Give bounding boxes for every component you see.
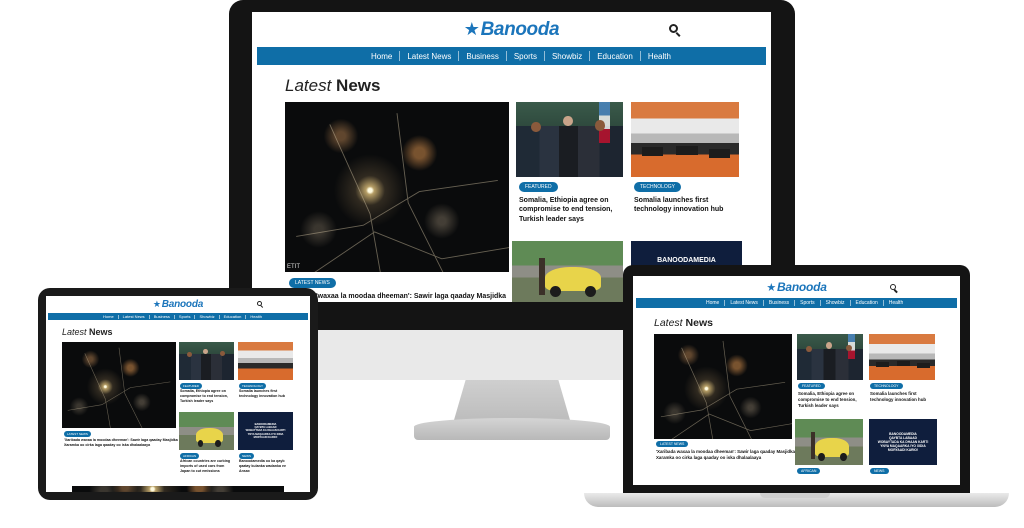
laptop-nav-health[interactable]: Health <box>889 300 903 306</box>
promo-title: BANOODAMEDIA <box>657 257 716 264</box>
tablet-nav-health[interactable]: Health <box>250 314 262 319</box>
laptop-search-icon[interactable] <box>890 284 898 293</box>
laptop-main-article-badge[interactable]: LATEST NEWS <box>656 441 689 447</box>
laptop-main-nav: Home Latest News Business Sports Showbiz… <box>636 298 957 308</box>
laptop-promo-banner[interactable]: BANOODAMEDIA QAYBTA LABAAD WOBAYTADA KA … <box>869 419 937 465</box>
main-article-image[interactable]: ETIT <box>285 102 509 272</box>
laptop-site-logo[interactable]: ★ Banooda <box>766 280 827 294</box>
monitor-stand-neck <box>454 380 570 420</box>
article-1-badge[interactable]: FEATURED <box>519 182 558 192</box>
laptop-nav-business[interactable]: Business <box>769 300 789 306</box>
article-1-image[interactable] <box>516 102 623 177</box>
laptop-article-2-title[interactable]: Somalia launches first technology innova… <box>870 391 936 403</box>
monitor-stand-foot <box>414 418 610 440</box>
laptop-nav-showbiz[interactable]: Showbiz <box>826 300 845 306</box>
tablet-page-title: Latest News <box>62 327 113 337</box>
desktop-site: ★ Banooda Home Latest News Business Spor… <box>252 12 771 302</box>
nav-showbiz[interactable]: Showbiz <box>552 52 582 61</box>
tablet-main-article-title[interactable]: 'Xaribada waxaa la moodaa dheeman': Sawi… <box>64 438 179 448</box>
nav-business[interactable]: Business <box>466 52 498 61</box>
laptop-screen: ★ Banooda Home Latest News Business Spor… <box>633 276 960 485</box>
tablet-next-row-image[interactable] <box>72 486 284 492</box>
tablet-promo-banner[interactable]: BANOODAMEDIA QAYBTA LABAAD WOBAYTADA KA … <box>238 412 293 450</box>
article-2-title[interactable]: Somalia launches first technology innova… <box>634 196 742 215</box>
laptop-article-1-image[interactable] <box>797 334 863 380</box>
tablet-nav-showbiz[interactable]: Showbiz <box>199 314 214 319</box>
image-caption: ETIT <box>287 264 300 270</box>
tablet-article-4-title[interactable]: Banoodamedia oo ka qayb qaatay kulanka w… <box>239 459 294 474</box>
laptop-article-3-badge[interactable]: AFRICAN <box>797 468 821 474</box>
article-3-image[interactable] <box>512 241 623 302</box>
tablet-nav-business[interactable]: Business <box>154 314 170 319</box>
tablet-nav-education[interactable]: Education <box>224 314 242 319</box>
article-1-title[interactable]: Somalia, Ethiopia agree on compromise to… <box>519 196 624 224</box>
tablet-site: ★ Banooda Home Latest News Business Spor… <box>46 296 310 492</box>
laptop-main-article-title[interactable]: 'Xaribada waxaa la moodaa dheeman': Sawi… <box>656 449 796 461</box>
tablet-article-3-image[interactable] <box>179 412 234 450</box>
tablet-nav-sports[interactable]: Sports <box>179 314 191 319</box>
tablet-main-article-image[interactable] <box>62 342 176 428</box>
tablet-logo-star-icon: ★ <box>152 299 161 309</box>
tablet-main-article-badge[interactable]: LATEST NEWS <box>64 431 91 437</box>
page-title: Latest News <box>285 76 381 95</box>
tablet-search-icon[interactable] <box>257 301 264 308</box>
logo-star-icon: ★ <box>463 19 480 39</box>
laptop-site-header: ★ Banooda <box>633 276 960 298</box>
laptop-article-2-badge[interactable]: TECHNOLOGY <box>870 383 903 389</box>
tablet-screen: ★ Banooda Home Latest News Business Spor… <box>46 296 310 492</box>
laptop-article-4-badge[interactable]: NEWS <box>870 468 889 474</box>
laptop-nav-home[interactable]: Home <box>706 300 719 306</box>
search-icon[interactable] <box>669 24 681 37</box>
tablet-promo-line-5: MORYAADI KARIO! <box>253 435 278 439</box>
tablet-article-2-title[interactable]: Somalia launches first technology innova… <box>239 389 294 399</box>
tablet-article-2-image[interactable] <box>238 342 293 380</box>
laptop-nav-education[interactable]: Education <box>856 300 878 306</box>
nav-home[interactable]: Home <box>371 52 392 61</box>
site-header: ★ Banooda <box>252 12 771 47</box>
laptop-page-title: Latest News <box>654 317 713 329</box>
logo-text: Banooda <box>480 18 560 40</box>
laptop-article-3-image[interactable] <box>795 419 863 465</box>
laptop-main-article-image[interactable] <box>654 334 792 439</box>
main-nav: Home Latest News Business Sports Showbiz… <box>257 47 766 65</box>
tablet-main-nav: Home Latest News Business Sports Showbiz… <box>48 313 308 320</box>
site-logo[interactable]: ★ Banooda <box>463 18 560 41</box>
tablet-article-3-title[interactable]: African countries are curbing imports of… <box>180 459 235 474</box>
tablet-article-1-image[interactable] <box>179 342 234 380</box>
tablet-nav-home[interactable]: Home <box>103 314 114 319</box>
laptop-article-1-title[interactable]: Somalia, Ethiopia agree on compromise to… <box>798 391 864 409</box>
laptop-article-2-image[interactable] <box>869 334 935 380</box>
laptop-logo-text: Banooda <box>776 280 827 294</box>
laptop-logo-star-icon: ★ <box>766 281 776 294</box>
nav-sports[interactable]: Sports <box>514 52 537 61</box>
laptop-nav-sports[interactable]: Sports <box>800 300 814 306</box>
main-article-badge[interactable]: LATEST NEWS <box>289 278 336 288</box>
nav-latest-news[interactable]: Latest News <box>407 52 451 61</box>
tablet-article-1-title[interactable]: Somalia, Ethiopia agree on compromise to… <box>180 389 235 404</box>
nav-health[interactable]: Health <box>648 52 671 61</box>
laptop-article-1-badge[interactable]: FEATURED <box>798 383 825 389</box>
tablet-logo-text: Banooda <box>161 299 204 310</box>
tablet-nav-latest-news[interactable]: Latest News <box>123 314 145 319</box>
laptop-promo-line-5: MORYAADI KARIO! <box>887 448 919 453</box>
article-2-badge[interactable]: TECHNOLOGY <box>634 182 682 192</box>
laptop-notch <box>760 493 830 498</box>
desktop-screen: ★ Banooda Home Latest News Business Spor… <box>252 12 771 302</box>
tablet-site-header: ★ Banooda <box>46 296 310 313</box>
laptop-nav-latest-news[interactable]: Latest News <box>730 300 758 306</box>
laptop-site: ★ Banooda Home Latest News Business Spor… <box>633 276 960 485</box>
article-2-image[interactable] <box>631 102 739 177</box>
tablet-site-logo[interactable]: ★ Banooda <box>153 299 203 310</box>
nav-education[interactable]: Education <box>597 52 633 61</box>
